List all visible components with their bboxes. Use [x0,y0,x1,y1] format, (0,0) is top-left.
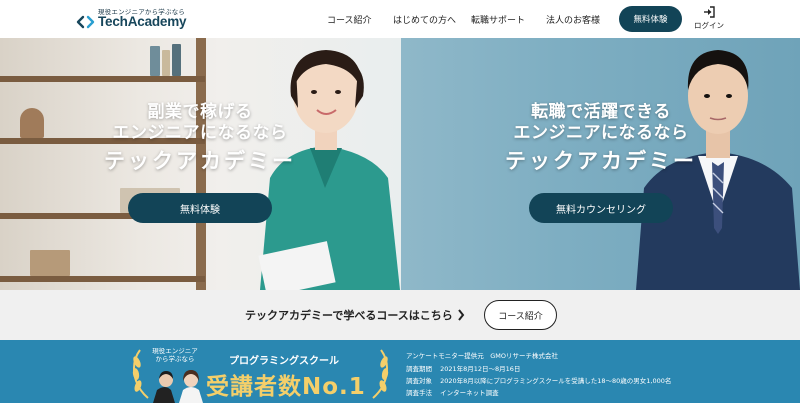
book [162,50,170,76]
survey-method-value: インターネット調査 [440,389,499,397]
code-brackets-icon [76,15,95,29]
survey-period-value: 2021年8月12日〜8月16日 [440,365,521,373]
hero-right-line2: エンジニアになるなら [513,123,689,143]
ranking-banner: 現役エンジニア から学ぶなら プログラミングスクール 受講者数No.1 アンケー… [0,340,800,403]
survey-method: 調査手法 インターネット調査 [406,387,499,397]
survey-source-value: アンケートモニター提供元 GMOリサーチ株式会社 [406,352,559,360]
laurel-left-icon [132,349,149,399]
survey-target: 調査対象 2020年8月以降にプログラミングスクールを受講した18〜80歳の男女… [406,375,671,385]
techacademy-logo[interactable]: 現役エンジニアから学ぶなら TechAcademy [76,6,206,34]
banner-headline: 受講者数No.1 [206,374,366,400]
bookshelf-shelf [0,76,205,82]
bookshelf-shelf [0,276,205,282]
course-link[interactable]: テックアカデミーで学べるコースはこちら [245,307,453,323]
survey-target-value: 2020年8月以降にプログラミングスクールを受講した18〜80歳の男女1,000… [440,377,672,385]
hero-right-line1: 転職で活躍できる [531,102,671,122]
nav-corporate[interactable]: 法人のお客様 [546,13,600,26]
banner-tagline: 現役エンジニア から学ぶなら [152,347,198,363]
vase [20,108,44,138]
instructors-photo [153,370,203,403]
nav-courses[interactable]: コース紹介 [327,13,372,26]
laurel-right-icon [372,349,389,399]
hero-right-brand: テックアカデミー [505,149,697,173]
basket [30,250,70,276]
hero-left-title: 副業で稼げる エンジニアになるなら テックアカデミー [100,102,300,176]
survey-period-label: 調査期間 [406,365,432,373]
free-trial-button[interactable]: 無料体験 [619,6,682,32]
login-icon [704,6,715,18]
hero-career-change: 転職で活躍できる エンジニアになるなら テックアカデミー 無料カウンセリング [401,38,800,290]
banner-program-label: プログラミングスクール [229,356,339,367]
survey-source: アンケートモニター提供元 GMOリサーチ株式会社 [406,350,558,360]
hero-free-trial-button[interactable]: 無料体験 [128,193,272,223]
hero-side-job: 副業で稼げる エンジニアになるなら テックアカデミー 無料体験 [0,38,401,290]
hero-left-line1: 副業で稼げる [147,102,253,122]
hero-left-line2: エンジニアになるなら [112,123,288,143]
site-header: 現役エンジニアから学ぶなら TechAcademy コース紹介 はじめての方へ … [0,0,800,38]
nav-career-support[interactable]: 転職サポート [471,13,525,26]
login-button[interactable]: ログイン [691,6,727,32]
chevron-right-icon [458,309,465,321]
book [150,46,160,76]
survey-target-label: 調査対象 [406,377,432,385]
hero-left-brand: テックアカデミー [104,149,296,173]
survey-period: 調査期間 2021年8月12日〜8月16日 [406,363,520,373]
survey-method-label: 調査手法 [406,389,432,397]
hero-counseling-button[interactable]: 無料カウンセリング [529,193,673,223]
course-strip: テックアカデミーで学べるコースはこちら コース紹介 [0,290,800,340]
hero-right-title: 転職で活躍できる エンジニアになるなら テックアカデミー [501,102,701,176]
login-label: ログイン [694,21,724,30]
book [172,44,181,76]
course-intro-button[interactable]: コース紹介 [484,300,557,330]
nav-beginners[interactable]: はじめての方へ [393,13,456,26]
logo-wordmark: TechAcademy [98,14,187,29]
